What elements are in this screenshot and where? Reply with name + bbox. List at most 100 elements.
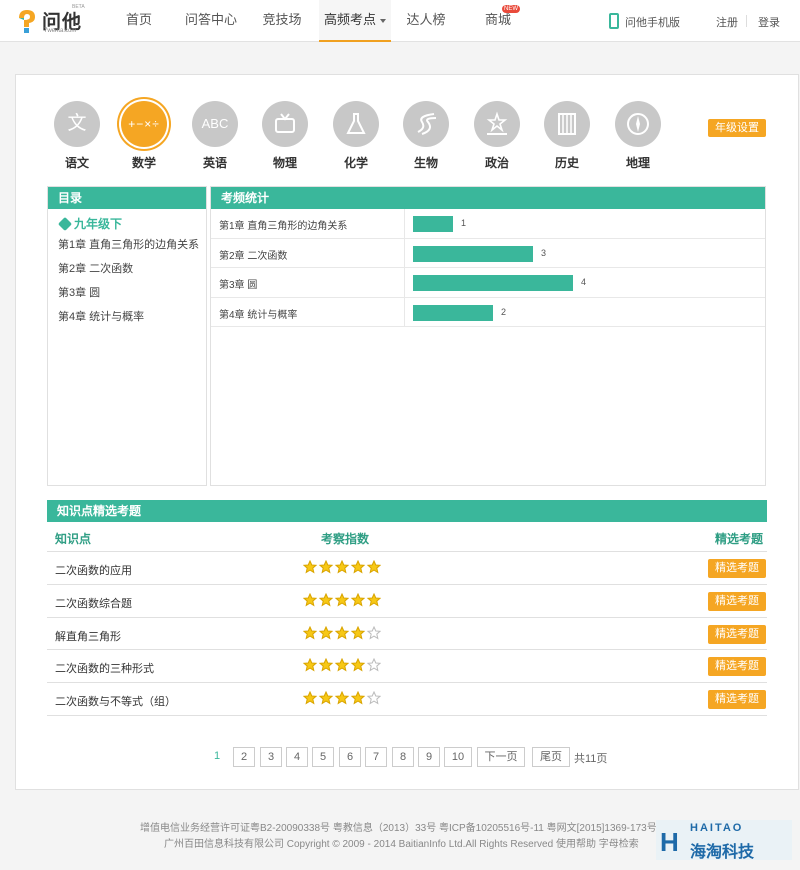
grade-settings-button[interactable]: 年级设置 bbox=[708, 119, 766, 137]
stats-title: 考频统计 bbox=[211, 187, 765, 209]
divider bbox=[404, 209, 405, 238]
star-filled-icon bbox=[351, 592, 365, 607]
col-knowledge-point: 知识点 bbox=[55, 532, 92, 546]
knowledge-points-section: 知识点精选考题 知识点 考察指数 精选考题 二次函数的应用 精选考题 二次函数综合题… bbox=[47, 500, 767, 716]
page-9[interactable]: 9 bbox=[418, 747, 440, 767]
chevron-down-icon bbox=[380, 18, 386, 23]
select-questions-button[interactable]: 精选考题 bbox=[708, 559, 766, 578]
pagination: 1 2 3 4 5 6 7 8 9 10 下一页 尾页 共11页 bbox=[16, 747, 800, 767]
subject-english[interactable]: ABC 英语 bbox=[190, 101, 240, 171]
subject-chemistry[interactable]: 化学 bbox=[331, 101, 381, 171]
star-filled-icon bbox=[351, 658, 365, 672]
grade-label: 九年级下 bbox=[74, 217, 123, 231]
stats-chapter-label: 第1章 直角三角形的边角关系 bbox=[219, 221, 348, 232]
register-link[interactable]: 注册 bbox=[716, 14, 738, 30]
flask-icon bbox=[333, 101, 379, 147]
page-1[interactable]: 1 bbox=[209, 747, 225, 767]
stats-chapter-label: 第3章 圆 bbox=[219, 280, 258, 292]
star-filled-icon bbox=[303, 625, 317, 640]
page-7[interactable]: 7 bbox=[365, 747, 387, 767]
logo-mark-icon bbox=[19, 10, 35, 33]
nav-leaderboard[interactable]: 达人榜 bbox=[398, 0, 454, 42]
subject-biology[interactable]: 生物 bbox=[401, 101, 451, 171]
page-5[interactable]: 5 bbox=[312, 747, 334, 767]
star-filled-icon bbox=[367, 560, 381, 574]
grade-tag[interactable]: 九年级下 bbox=[48, 215, 206, 233]
catalog-chapter[interactable]: 第1章 直角三角形的边角关系 bbox=[48, 233, 206, 257]
star-filled-icon bbox=[351, 691, 365, 705]
divider bbox=[746, 15, 747, 27]
page-8[interactable]: 8 bbox=[392, 747, 414, 767]
subject-chinese[interactable]: 文 语文 bbox=[52, 101, 102, 171]
stats-count-label: 4 bbox=[581, 277, 587, 288]
select-questions-button[interactable]: 精选考题 bbox=[708, 657, 766, 677]
page-2[interactable]: 2 bbox=[233, 747, 255, 767]
col-selected-questions: 精选考题 bbox=[715, 532, 764, 546]
subject-label: 物理 bbox=[272, 156, 297, 170]
stats-chapter-label: 第2章 二次函数 bbox=[219, 250, 288, 262]
stats-bar bbox=[413, 304, 493, 321]
table-row: 二次函数的三种形式 精选考题 bbox=[47, 650, 767, 684]
star-filled-icon bbox=[335, 592, 349, 607]
catalog-chapter[interactable]: 第4章 统计与概率 bbox=[48, 305, 206, 329]
knowledge-table-body: 二次函数的应用 精选考题 二次函数综合题 精选考题 解直角三角形 精选考题 二次函数的三种形… bbox=[47, 552, 767, 716]
subject-label: 政治 bbox=[484, 156, 509, 170]
catalog-title: 目录 bbox=[48, 187, 206, 209]
nav-home[interactable]: 首页 bbox=[111, 0, 167, 42]
select-questions-button[interactable]: 精选考题 bbox=[708, 591, 766, 611]
divider bbox=[404, 238, 405, 268]
logo-beta: BETA bbox=[72, 4, 85, 10]
stats-row: 第3章 圆 4 bbox=[211, 268, 765, 298]
star-filled-icon bbox=[319, 592, 333, 607]
subject-math[interactable]: +−×÷ 数学 bbox=[119, 101, 169, 171]
star-filled-icon bbox=[335, 560, 349, 574]
next-page-button[interactable]: 下一页 bbox=[477, 747, 525, 767]
stats-row: 第4章 统计与概率 2 bbox=[211, 297, 765, 328]
stats-count-label: 3 bbox=[541, 247, 547, 258]
login-link[interactable]: 登录 bbox=[758, 14, 780, 30]
star-empty-icon bbox=[367, 691, 381, 705]
last-page-button[interactable]: 尾页 bbox=[532, 747, 570, 767]
knowledge-point-name: 二次函数的三种形式 bbox=[55, 663, 154, 676]
table-row: 二次函数与不等式（组） 精选考题 bbox=[47, 683, 767, 716]
star-filled-icon bbox=[303, 560, 317, 574]
logo[interactable]: 问他 BETA 7wenta.com bbox=[16, 4, 86, 36]
nav-arena[interactable]: 竞技场 bbox=[254, 0, 310, 42]
subject-geography[interactable]: 地理 bbox=[613, 101, 663, 171]
nav-qa-center[interactable]: 问答中心 bbox=[180, 0, 242, 42]
nav-high-frequency-label: 高频考点 bbox=[323, 12, 376, 27]
chinese-icon: 文 bbox=[54, 101, 100, 147]
physics-icon bbox=[262, 101, 308, 147]
star-filled-icon bbox=[319, 560, 333, 574]
subject-glyph: ABC bbox=[201, 116, 229, 131]
page-6[interactable]: 6 bbox=[339, 747, 361, 767]
english-icon: ABC bbox=[192, 101, 238, 147]
page-3[interactable]: 3 bbox=[260, 747, 282, 767]
page-4[interactable]: 4 bbox=[286, 747, 308, 767]
page-total: 共11页 bbox=[574, 753, 608, 765]
page-10[interactable]: 10 bbox=[444, 747, 472, 767]
subject-history[interactable]: 历史 bbox=[542, 101, 592, 171]
stats-count-label: 1 bbox=[461, 218, 467, 228]
subject-label: 生物 bbox=[413, 156, 438, 170]
math-icon: +−×÷ bbox=[121, 101, 167, 147]
stats-bar bbox=[413, 216, 453, 232]
knowledge-point-name: 二次函数的应用 bbox=[55, 565, 132, 577]
select-questions-button[interactable]: 精选考题 bbox=[708, 690, 766, 710]
col-exam-index: 考察指数 bbox=[321, 532, 370, 546]
subject-label: 英语 bbox=[202, 156, 227, 170]
dna-icon bbox=[403, 101, 449, 147]
star-filled-icon bbox=[303, 691, 317, 705]
star-filled-icon bbox=[319, 658, 333, 672]
star-filled-icon bbox=[367, 592, 381, 607]
subject-label: 历史 bbox=[554, 156, 579, 170]
select-questions-button[interactable]: 精选考题 bbox=[708, 624, 766, 644]
stats-chapter-label: 第4章 统计与概率 bbox=[219, 309, 298, 321]
subject-politics[interactable]: 政治 bbox=[472, 101, 522, 171]
knowledge-title: 知识点精选考题 bbox=[47, 500, 767, 522]
logo-domain: 7wenta.com bbox=[44, 28, 77, 34]
subject-physics[interactable]: 物理 bbox=[260, 101, 310, 171]
catalog-chapter[interactable]: 第3章 圆 bbox=[48, 281, 206, 305]
nav-high-frequency[interactable]: 高频考点 bbox=[319, 0, 391, 42]
catalog-chapter[interactable]: 第2章 二次函数 bbox=[48, 257, 206, 281]
